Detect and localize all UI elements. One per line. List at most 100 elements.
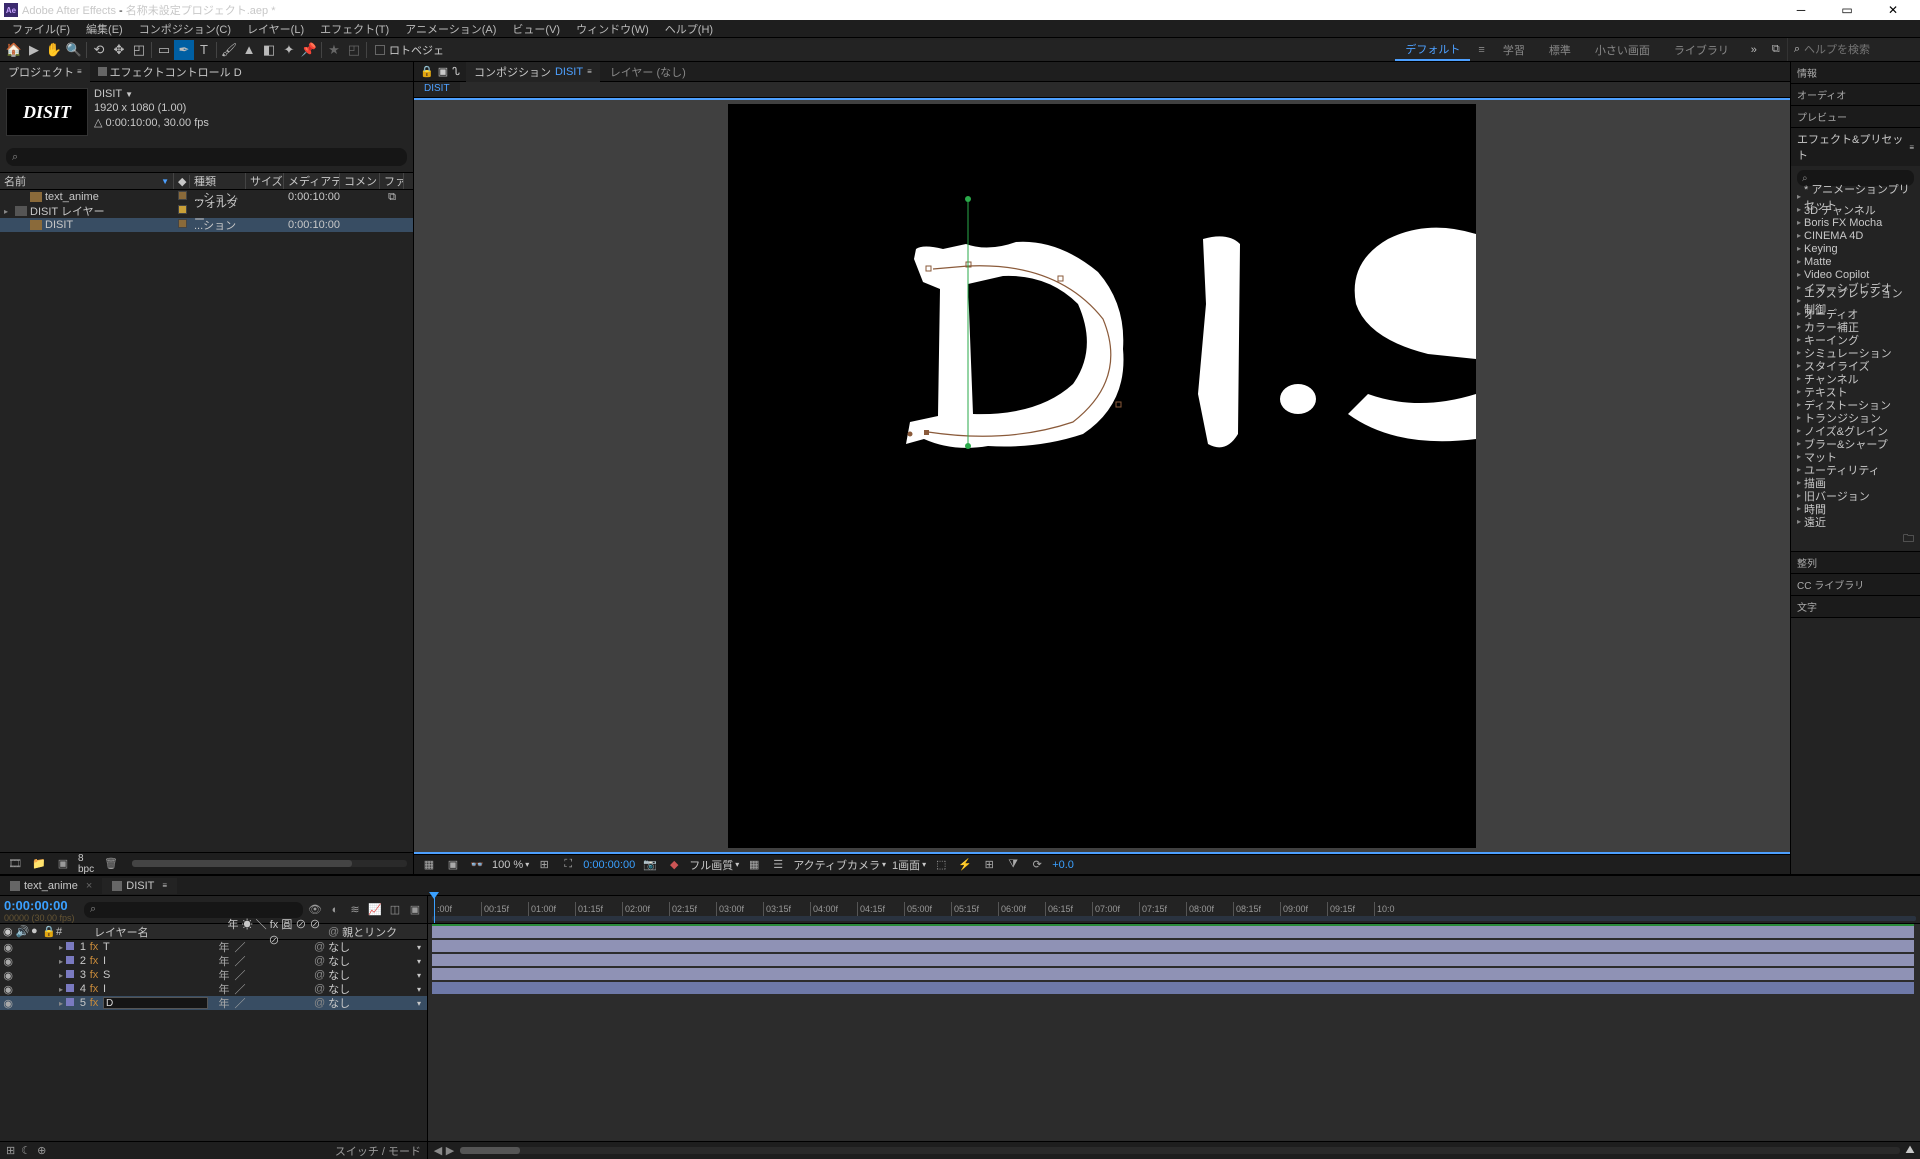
- guides-icon[interactable]: ☰: [769, 858, 787, 871]
- effect-category[interactable]: ▸Matte: [1795, 255, 1916, 268]
- zoom-tool[interactable]: 🔍: [64, 40, 84, 60]
- work-area-bar[interactable]: [432, 916, 1916, 921]
- workspace-more-icon[interactable]: »: [1743, 41, 1765, 59]
- grid-icon[interactable]: ▦: [745, 858, 763, 871]
- res-auto-icon[interactable]: ⊞: [535, 858, 553, 871]
- flowchart-icon[interactable]: ⧩: [1004, 858, 1022, 871]
- help-search-input[interactable]: [1804, 44, 1914, 56]
- effect-category[interactable]: ▸遠近: [1795, 515, 1916, 528]
- select-tool[interactable]: ▶: [24, 40, 44, 60]
- toggle-switches-icon[interactable]: ⊞: [6, 1144, 15, 1157]
- workspace-tab[interactable]: 学習: [1493, 40, 1535, 60]
- project-search[interactable]: [6, 148, 407, 166]
- project-hscroll[interactable]: [132, 860, 407, 867]
- timeline-layer[interactable]: ◉▸4fxI年／@なし▾: [0, 982, 427, 996]
- shy-toggle-icon[interactable]: 👁: [307, 903, 323, 916]
- prev-kf-icon[interactable]: ◀: [432, 1144, 444, 1157]
- panel-header[interactable]: CC ライブラリ: [1791, 574, 1920, 595]
- motion-blur-icon[interactable]: ≋: [347, 903, 363, 916]
- composition-thumbnail[interactable]: DISIT: [6, 88, 88, 136]
- home-tool[interactable]: 🏠: [4, 40, 24, 60]
- type-tool[interactable]: T: [194, 40, 214, 60]
- menu-item[interactable]: ウィンドウ(W): [568, 21, 657, 37]
- layer-name-input[interactable]: [103, 997, 208, 1009]
- menu-item[interactable]: 編集(E): [78, 21, 131, 37]
- new-folder-icon[interactable]: 📁: [30, 857, 48, 870]
- snapshot-icon[interactable]: 📷: [641, 858, 659, 871]
- project-row[interactable]: DISIT...ション0:00:10:00: [0, 218, 413, 232]
- playhead[interactable]: [434, 896, 435, 923]
- workspace-tab[interactable]: 標準: [1539, 40, 1581, 60]
- rect-tool[interactable]: ▭: [154, 40, 174, 60]
- bpc-toggle[interactable]: 8 bpc: [78, 853, 96, 875]
- graph-editor-icon[interactable]: 📈: [367, 903, 383, 916]
- timeline-ruler[interactable]: :00f00:15f01:00f01:15f02:00f02:15f03:00f…: [428, 896, 1920, 924]
- draft3d-icon[interactable]: ◫: [387, 903, 403, 916]
- zoom-select[interactable]: 100 %▾: [492, 859, 529, 871]
- timeline-tab[interactable]: DISIT≡: [102, 878, 177, 894]
- workspace-reset-icon[interactable]: ⧉: [1765, 41, 1787, 59]
- pen-tool[interactable]: ✒: [174, 40, 194, 60]
- lock-icon[interactable]: 🔒: [420, 65, 434, 78]
- project-tab[interactable]: プロジェクト≡: [0, 62, 90, 82]
- new-bin-icon[interactable]: 🗀: [1903, 533, 1914, 545]
- zoom-mountain-icon[interactable]: ⛰: [1904, 1144, 1916, 1157]
- project-row[interactable]: ▸DISIT レイヤーフォルダー: [0, 204, 413, 218]
- menu-item[interactable]: コンポジション(C): [131, 21, 239, 37]
- layer-bar[interactable]: [432, 954, 1914, 966]
- pan-tool[interactable]: ✥: [109, 40, 129, 60]
- panel-header[interactable]: 整列: [1791, 552, 1920, 573]
- hand-tool[interactable]: ✋: [44, 40, 64, 60]
- menu-item[interactable]: ファイル(F): [4, 21, 78, 37]
- close-button[interactable]: ✕: [1870, 0, 1916, 20]
- panel-header[interactable]: 情報: [1791, 62, 1920, 83]
- layer-bar[interactable]: [432, 968, 1914, 980]
- puppet-tool[interactable]: 📌: [299, 40, 319, 60]
- roi-icon[interactable]: ⛶: [559, 858, 577, 871]
- stamp-tool[interactable]: ▲: [239, 40, 259, 60]
- pixel-aspect-icon[interactable]: ⬚: [932, 858, 950, 871]
- timeline-zoom-bar[interactable]: [460, 1147, 1900, 1154]
- fast-preview-icon[interactable]: ⚡: [956, 858, 974, 871]
- timeline-sync-icon[interactable]: ⊞: [980, 858, 998, 871]
- next-kf-icon[interactable]: ▶: [444, 1144, 456, 1157]
- menu-item[interactable]: レイヤー(L): [239, 21, 312, 37]
- timeline-layer[interactable]: ◉▸1fxT年／@なし▾: [0, 940, 427, 954]
- roto-tool[interactable]: ✦: [279, 40, 299, 60]
- workspace-tab[interactable]: ライブラリ: [1664, 40, 1739, 60]
- effect-controls-tab[interactable]: エフェクトコントロール D: [90, 62, 250, 82]
- layer-bar[interactable]: [432, 926, 1914, 938]
- effect-category[interactable]: ▸CINEMA 4D: [1795, 229, 1916, 242]
- composition-viewer[interactable]: [414, 98, 1790, 854]
- switches-modes-toggle[interactable]: スイッチ / モード: [335, 1143, 421, 1159]
- alpha-toggle-icon[interactable]: ▦: [420, 858, 438, 871]
- new-comp-icon[interactable]: ▣: [54, 857, 72, 870]
- composition-tab[interactable]: コンポジション DISIT≡: [466, 62, 600, 82]
- panel-header[interactable]: 文字: [1791, 596, 1920, 617]
- mask-toggle-icon[interactable]: 👓: [468, 858, 486, 871]
- workspace-tab[interactable]: デフォルト: [1395, 39, 1470, 61]
- star-tool[interactable]: ★: [324, 40, 344, 60]
- effect-category[interactable]: ▸Keying: [1795, 242, 1916, 255]
- mini-comp-tab[interactable]: DISIT: [414, 82, 460, 97]
- eraser-tool[interactable]: ◧: [259, 40, 279, 60]
- layer-bar[interactable]: [432, 940, 1914, 952]
- orbit-tool[interactable]: ⟲: [89, 40, 109, 60]
- maximize-button[interactable]: ▭: [1824, 0, 1870, 20]
- exposure-value[interactable]: +0.0: [1052, 859, 1074, 871]
- zoom-out-icon[interactable]: ⊕: [37, 1144, 46, 1157]
- help-search[interactable]: ⌕: [1787, 38, 1920, 61]
- flow-icon[interactable]: ᔐ: [452, 65, 460, 78]
- channel-icon[interactable]: ◆: [665, 858, 683, 871]
- viewer-timecode[interactable]: 0:00:00:00: [583, 859, 635, 871]
- panel-header[interactable]: プレビュー: [1791, 106, 1920, 127]
- timeline-layer[interactable]: ◉▸2fxI年／@なし▾: [0, 954, 427, 968]
- quality-select[interactable]: フル画質▾: [689, 857, 739, 873]
- panel-header[interactable]: オーディオ: [1791, 84, 1920, 105]
- delete-icon[interactable]: 🗑: [102, 857, 120, 870]
- effects-presets-header[interactable]: エフェクト&プリセット≡: [1791, 128, 1920, 166]
- brush-tool[interactable]: 🖌: [219, 40, 239, 60]
- effect-category[interactable]: ▸Boris FX Mocha: [1795, 216, 1916, 229]
- mask-tool[interactable]: ◰: [344, 40, 364, 60]
- menu-item[interactable]: エフェクト(T): [312, 21, 397, 37]
